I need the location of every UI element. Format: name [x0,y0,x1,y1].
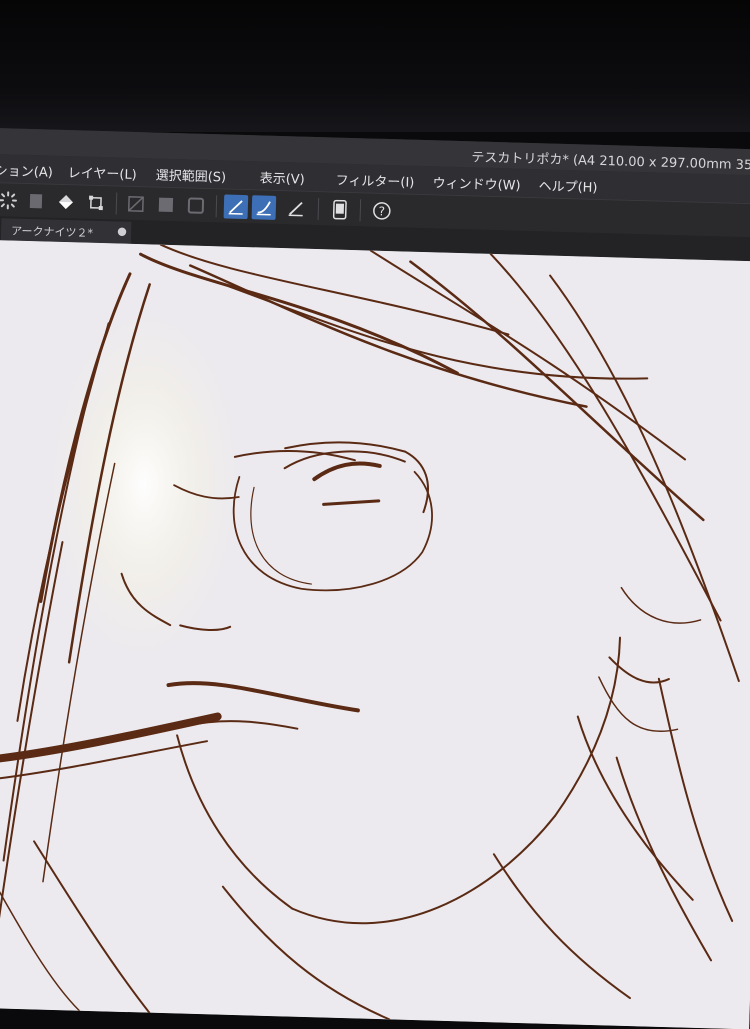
menu-layer[interactable]: レイヤー(L) [68,162,138,183]
clear-icon[interactable] [124,192,149,217]
menu-selection[interactable]: 選択範囲(S) [156,165,227,186]
pen-stroke-alt-icon[interactable] [284,196,309,221]
fill-icon[interactable] [54,190,79,215]
layer-icon[interactable] [24,189,49,214]
app-window: テスカトリポカ* (A4 210.00 x 297.00mm 350 ション(A… [0,128,750,1029]
help-icon[interactable]: ? [370,199,395,224]
svg-text:?: ? [378,204,385,218]
toolbar-separator [216,195,218,217]
tab-label: アークナイツ２* [11,223,93,241]
smartphone-icon[interactable] [328,197,353,222]
pen-stroke-icon[interactable] [224,194,249,219]
transform-icon[interactable] [84,191,109,216]
menu-help[interactable]: ヘルプ(H) [538,175,597,196]
monitor-bezel [0,0,750,132]
brush-stroke-icon[interactable] [252,195,277,220]
menu-window[interactable]: ウィンドウ(W) [432,172,520,193]
sketch-artwork [0,240,750,1029]
menu-view[interactable]: 表示(V) [259,167,305,187]
toolbar-separator [116,192,118,214]
select-icon[interactable] [0,188,20,213]
menu-animation[interactable]: ション(A) [0,160,53,181]
toolbar-separator [318,198,320,220]
menu-filter[interactable]: フィルター(I) [335,170,414,191]
drawing-canvas[interactable] [0,240,750,1029]
unsaved-indicator: ● [117,224,127,237]
frame-icon[interactable] [184,193,209,218]
fill-selection-icon[interactable] [154,192,179,217]
toolbar-separator [360,199,362,221]
